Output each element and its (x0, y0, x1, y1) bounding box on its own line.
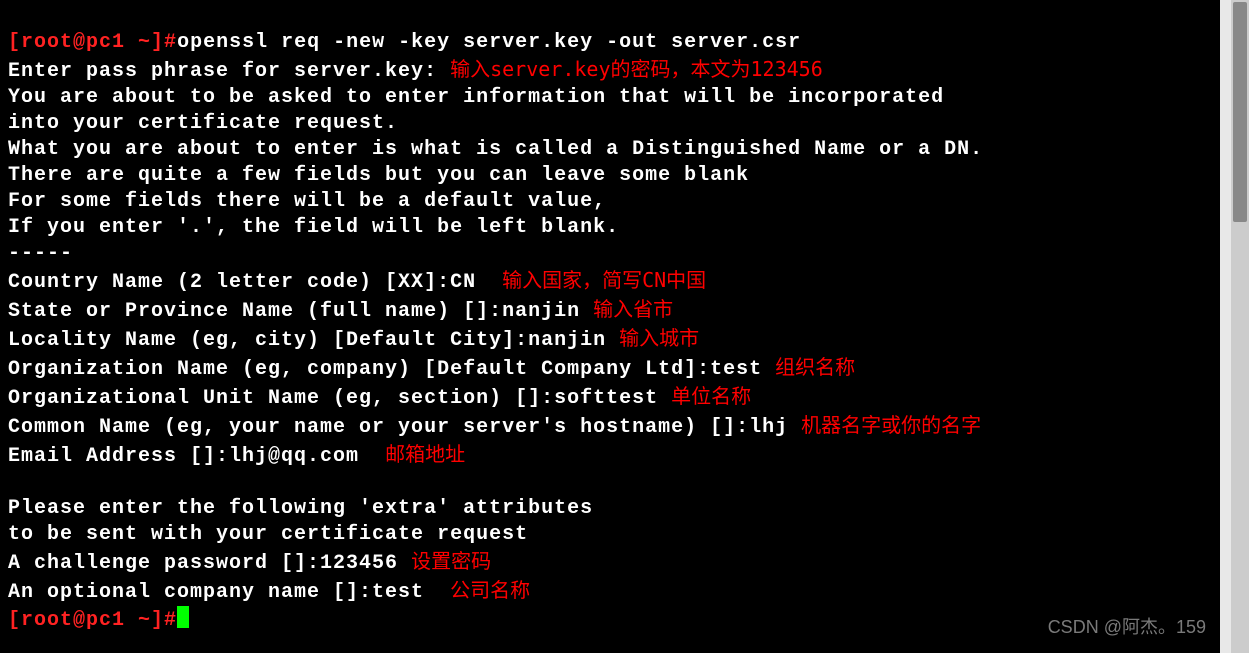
line-company: An optional company name []:test (8, 581, 424, 604)
line-about1: You are about to be asked to enter infor… (8, 86, 944, 109)
prompt-close-bracket: ]# (151, 31, 177, 54)
terminal-window[interactable]: [root@pc1 ~]#openssl req -new -key serve… (0, 0, 1220, 653)
annotation-company: 公司名称 (450, 578, 530, 602)
prompt2-host: root@pc1 ~ (21, 609, 151, 632)
annotation-challenge: 设置密码 (411, 549, 491, 573)
prompt2-open-bracket: [ (8, 609, 21, 632)
watermark-text: CSDN @阿杰。159 (1048, 616, 1206, 639)
line-country: Country Name (2 letter code) [XX]:CN (8, 271, 476, 294)
line-state: State or Province Name (full name) []:na… (8, 300, 580, 323)
line-extra2: to be sent with your certificate request (8, 523, 528, 546)
vertical-scrollbar[interactable] (1231, 0, 1249, 653)
prompt-host: root@pc1 ~ (21, 31, 151, 54)
annotation-locality: 输入城市 (619, 326, 699, 350)
prompt2-close-bracket: ]# (151, 609, 177, 632)
annotation-cn: 机器名字或你的名字 (801, 413, 981, 437)
line-dn: What you are about to enter is what is c… (8, 138, 983, 161)
command-text: openssl req -new -key server.key -out se… (177, 31, 801, 54)
line-fields: There are quite a few fields but you can… (8, 164, 749, 187)
scrollbar-thumb[interactable] (1233, 2, 1247, 222)
annotation-ou: 单位名称 (671, 384, 751, 408)
line-passphrase: Enter pass phrase for server.key: (8, 60, 437, 83)
line-default: For some fields there will be a default … (8, 190, 606, 213)
annotation-state: 输入省市 (593, 297, 673, 321)
annotation-passphrase: 输入server.key的密码，本文为123456 (450, 57, 823, 81)
line-extra1: Please enter the following 'extra' attri… (8, 497, 593, 520)
line-locality: Locality Name (eg, city) [Default City]:… (8, 329, 606, 352)
line-challenge: A challenge password []:123456 (8, 552, 398, 575)
line-dashes: ----- (8, 242, 73, 265)
line-email: Email Address []:lhj@qq.com (8, 445, 359, 468)
annotation-org: 组织名称 (775, 355, 855, 379)
line-ou: Organizational Unit Name (eg, section) [… (8, 387, 658, 410)
cursor-block[interactable] (177, 606, 189, 628)
line-cn: Common Name (eg, your name or your serve… (8, 416, 788, 439)
annotation-country: 输入国家，简写CN中国 (502, 268, 706, 292)
prompt-open-bracket: [ (8, 31, 21, 54)
line-blank: If you enter '.', the field will be left… (8, 216, 619, 239)
line-org: Organization Name (eg, company) [Default… (8, 358, 762, 381)
line-about2: into your certificate request. (8, 112, 398, 135)
annotation-email: 邮箱地址 (385, 442, 465, 466)
